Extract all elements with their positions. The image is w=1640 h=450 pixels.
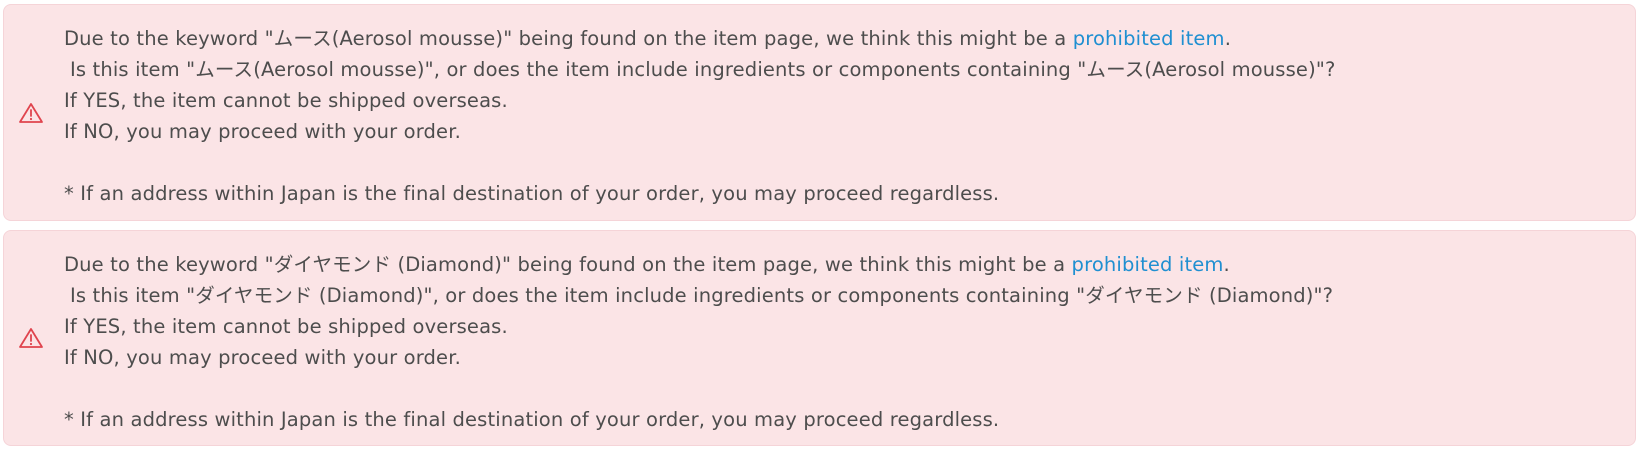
alert-line-keyword-text: Due to the keyword "ダイヤモンド (Diamond)" be… — [64, 253, 1072, 276]
alert-line-no: If NO, you may proceed with your order. — [64, 346, 461, 369]
prohibited-item-link[interactable]: prohibited item — [1072, 253, 1224, 276]
alert-line-keyword-end: . — [1223, 253, 1230, 276]
alert-line-question: Is this item "ムース(Aerosol mousse)", or d… — [70, 58, 1336, 81]
alert-line-keyword-text: Due to the keyword "ムース(Aerosol mousse)"… — [64, 27, 1073, 50]
alert-line-japan-note: * If an address within Japan is the fina… — [64, 408, 1000, 431]
warning-triangle-icon — [18, 326, 44, 350]
alert-message: Due to the keyword "ムース(Aerosol mousse)"… — [64, 23, 1615, 209]
prohibited-item-link[interactable]: prohibited item — [1073, 27, 1225, 50]
alert-line-japan-note: * If an address within Japan is the fina… — [64, 182, 1000, 205]
alert-line-keyword-end: . — [1224, 27, 1232, 50]
alert-line-keyword: Due to the keyword "ムース(Aerosol mousse)"… — [64, 23, 1615, 54]
alert-spacer — [64, 373, 1615, 404]
alert-spacer — [64, 147, 1615, 178]
prohibited-item-alert-aerosol-mousse: Due to the keyword "ムース(Aerosol mousse)"… — [3, 4, 1636, 221]
alert-message: Due to the keyword "ダイヤモンド (Diamond)" be… — [64, 249, 1615, 435]
alert-line-yes: If YES, the item cannot be shipped overs… — [64, 315, 508, 338]
alert-line-yes: If YES, the item cannot be shipped overs… — [64, 89, 508, 112]
warning-triangle-icon — [18, 101, 44, 125]
alert-line-question: Is this item "ダイヤモンド (Diamond)", or does… — [70, 284, 1334, 307]
alert-line-keyword: Due to the keyword "ダイヤモンド (Diamond)" be… — [64, 249, 1615, 280]
alert-line-no: If NO, you may proceed with your order. — [64, 120, 461, 143]
prohibited-item-alert-diamond: Due to the keyword "ダイヤモンド (Diamond)" be… — [3, 230, 1636, 446]
